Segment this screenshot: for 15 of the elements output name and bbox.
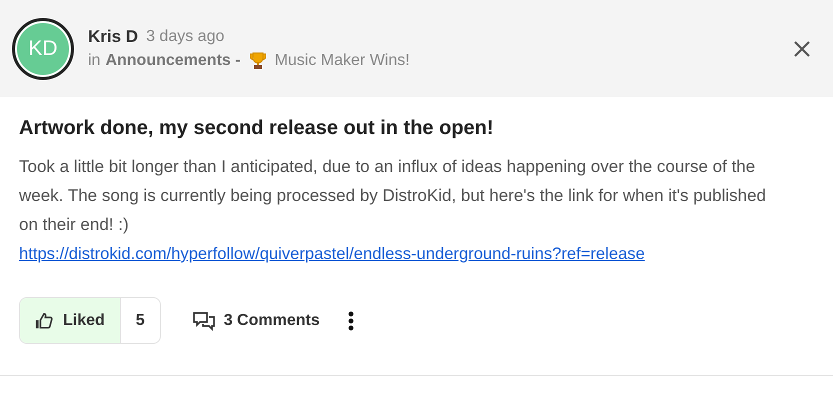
trophy-icon xyxy=(250,52,266,70)
author-name: Kris D xyxy=(88,27,138,47)
thumbs-up-icon xyxy=(35,312,53,330)
avatar: KD xyxy=(12,18,74,80)
like-button[interactable]: Liked xyxy=(20,298,121,343)
post-body: Took a little bit longer than I anticipated, due to an influx of ideas happening over the course of the week. The song is currently being processed by DistroKid, but here's the link for when it's published on their end! :) xyxy=(19,156,768,236)
speech-bubbles-icon xyxy=(192,310,216,330)
topic-name: Music Maker Wins! xyxy=(274,52,410,70)
post-title: Artwork done, my second release out in the open! xyxy=(19,117,495,140)
comments-button[interactable]: 3 Comments xyxy=(186,310,326,332)
post-time: 3 days ago xyxy=(146,28,224,46)
like-count: 5 xyxy=(134,310,146,330)
category-name: Announcements - xyxy=(105,52,241,70)
release-link[interactable]: https://distrokid.com/hyperfollow/quiverpastel/endless-underground-ruins?ref=release xyxy=(19,239,645,268)
in-label: in xyxy=(88,52,100,70)
